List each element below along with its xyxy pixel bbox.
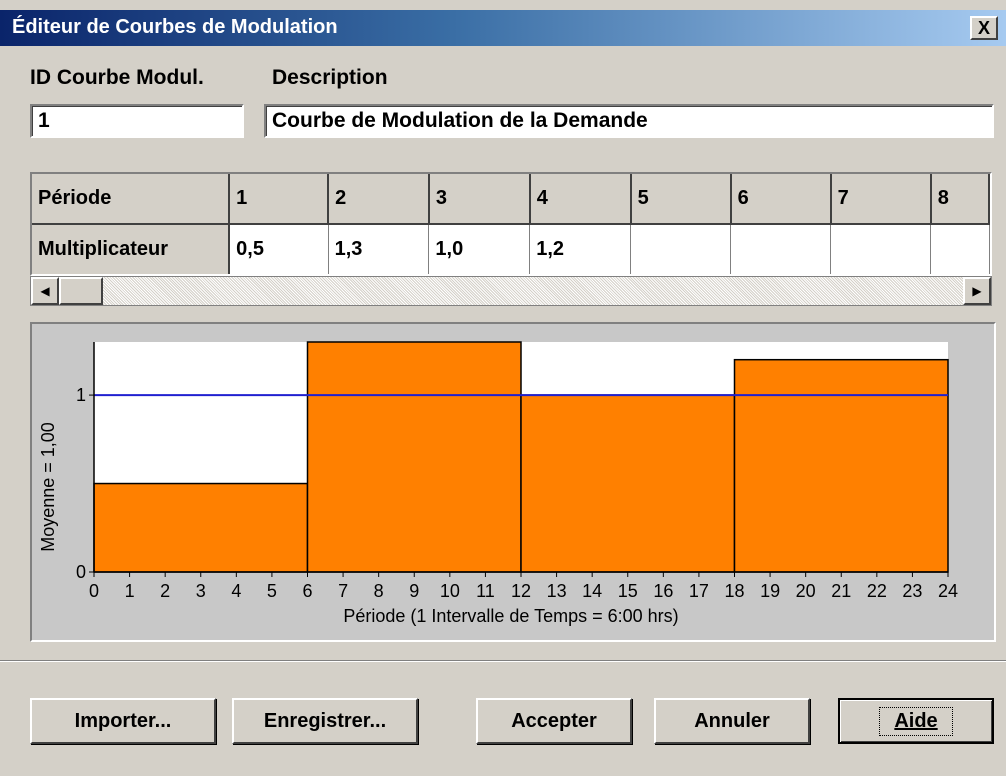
x-tick-label: 24	[938, 581, 958, 601]
arrow-left-icon: ◀	[40, 284, 50, 298]
multiplier-cell[interactable]: 1,0	[428, 224, 531, 274]
bar	[306, 341, 522, 573]
description-field[interactable]: Courbe de Modulation de la Demande	[264, 104, 994, 138]
period-header: 4	[529, 174, 632, 225]
period-header: 1	[229, 174, 330, 225]
x-tick-label: 17	[689, 581, 709, 601]
x-tick-label: 11	[476, 581, 495, 601]
description-label: Description	[272, 66, 388, 89]
cancel-button-label: Annuler	[694, 709, 770, 732]
title-bar: Éditeur de Courbes de Modulation X	[0, 10, 1006, 46]
multiplier-cell[interactable]: 1,3	[328, 224, 430, 274]
close-icon: X	[977, 17, 990, 38]
x-tick-label: 16	[653, 581, 673, 601]
x-tick-label: 0	[89, 581, 99, 601]
help-button[interactable]: Aide	[838, 698, 994, 744]
period-header: 2	[328, 174, 430, 225]
accept-button[interactable]: Accepter	[476, 698, 632, 744]
divider	[0, 660, 1006, 662]
scroll-right-button[interactable]: ▶	[963, 277, 991, 305]
multiplier-grid: Période 1 2 3 4 5 6 7 8 Multiplicateur 0…	[30, 172, 992, 276]
x-tick-label: 7	[338, 581, 348, 601]
save-button-label: Enregistrer...	[263, 709, 387, 732]
y-axis-label: Moyenne = 1,00	[38, 422, 58, 552]
import-button-label: Importer...	[74, 709, 172, 732]
x-tick-label: 9	[409, 581, 419, 601]
y-tick-label: 0	[76, 562, 86, 582]
y-tick-label: 1	[76, 385, 86, 405]
scroll-left-button[interactable]: ◀	[31, 277, 59, 305]
multiplier-row-header: Multiplicateur	[32, 224, 231, 274]
x-tick-label: 13	[547, 581, 567, 601]
period-header: 5	[630, 174, 732, 225]
cancel-button[interactable]: Annuler	[654, 698, 810, 744]
x-tick-label: 23	[902, 581, 922, 601]
multiplier-cell[interactable]	[630, 224, 732, 274]
x-tick-label: 15	[618, 581, 638, 601]
x-tick-label: 10	[440, 581, 460, 601]
import-button[interactable]: Importer...	[30, 698, 216, 744]
x-tick-label: 6	[302, 581, 312, 601]
scroll-thumb[interactable]	[59, 277, 103, 305]
multiplier-cell[interactable]: 0,5	[229, 224, 329, 274]
accept-button-label: Accepter	[511, 709, 597, 732]
multiplier-cell[interactable]	[930, 224, 990, 274]
period-header: 8	[930, 174, 990, 225]
x-tick-label: 22	[867, 581, 887, 601]
multiplier-cell[interactable]	[830, 224, 932, 274]
multiplier-cell[interactable]	[730, 224, 832, 274]
x-tick-label: 21	[831, 581, 851, 601]
multiplier-row: Multiplicateur 0,5 1,3 1,0 1,2	[32, 224, 990, 274]
window-title: Éditeur de Courbes de Modulation	[12, 16, 338, 38]
x-tick-label: 20	[796, 581, 816, 601]
id-field[interactable]: 1	[30, 104, 244, 138]
x-tick-label: 3	[196, 581, 206, 601]
period-row: Période 1 2 3 4 5 6 7 8	[32, 174, 990, 225]
period-header: 7	[830, 174, 932, 225]
period-header: 3	[428, 174, 531, 225]
x-axis-label: Période (1 Intervalle de Temps = 6:00 hr…	[343, 606, 678, 626]
multiplier-cell[interactable]: 1,2	[529, 224, 632, 274]
save-button[interactable]: Enregistrer...	[232, 698, 418, 744]
modulation-chart: 0 1 2 3 4 5 6 7 8 9 10 11 12 13 14 15 16 17 18 19 20 21 22 23 24…	[30, 322, 996, 642]
arrow-right-icon: ▶	[972, 284, 982, 298]
x-tick-label: 12	[511, 581, 531, 601]
period-header: 6	[730, 174, 832, 225]
bar	[520, 394, 736, 573]
x-tick-label: 18	[724, 581, 744, 601]
horizontal-scrollbar[interactable]: ◀ ▶	[30, 276, 992, 306]
chart-svg: 0 1 2 3 4 5 6 7 8 9 10 11 12 13 14 15 16 17 18 19 20 21 22 23 24…	[38, 341, 958, 626]
x-tick-label: 5	[267, 581, 277, 601]
close-button[interactable]: X	[970, 16, 998, 40]
period-row-header: Période	[32, 174, 231, 225]
bar	[93, 482, 309, 573]
x-tick-label: 8	[374, 581, 384, 601]
x-tick-label: 14	[582, 581, 602, 601]
help-button-label: Aide	[879, 706, 953, 736]
x-tick-label: 2	[160, 581, 170, 601]
x-tick-label: 4	[231, 581, 241, 601]
x-tick-label: 1	[125, 581, 135, 601]
id-label: ID Courbe Modul.	[30, 66, 204, 89]
bar	[733, 358, 949, 573]
x-tick-label: 19	[760, 581, 780, 601]
